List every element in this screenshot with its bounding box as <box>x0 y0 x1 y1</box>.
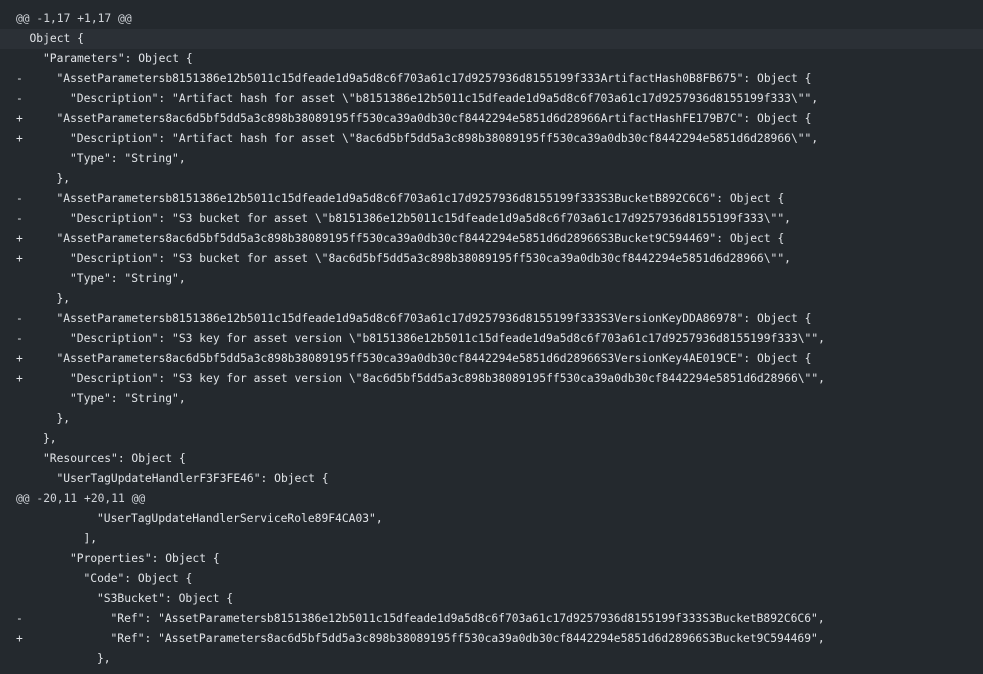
hunk-header: @@ -20,11 +20,11 @@ <box>0 489 983 509</box>
added-marker: + <box>16 632 23 645</box>
added-marker: + <box>16 252 23 265</box>
added-marker: + <box>16 372 23 385</box>
diff-line-context: }, <box>0 409 983 429</box>
line-text: "Type": "String", <box>70 392 186 405</box>
removed-marker: - <box>16 332 23 345</box>
diff-view: @@ -1,17 +1,17 @@ Object { "Parameters": O… <box>0 0 983 674</box>
line-text: }, <box>56 292 71 305</box>
diff-line-removed: - "AssetParametersb8151386e12b5011c15dfea… <box>0 69 983 89</box>
added-marker: + <box>16 352 23 365</box>
diff-line-added: + "Ref": "AssetParameters8ac6d5bf5dd5a3c8… <box>0 629 983 649</box>
line-text: "AssetParameters8ac6d5bf5dd5a3c898b38089… <box>56 112 812 125</box>
line-text: }, <box>97 652 111 665</box>
line-text: "Description": "S3 bucket for asset \"b8… <box>70 212 791 225</box>
removed-marker: - <box>16 92 23 105</box>
diff-line-removed: - "Description": "Artifact hash for asset… <box>0 89 983 109</box>
line-text: "Type": "String", <box>70 272 186 285</box>
diff-line-added: + "Description": "S3 key for asset versio… <box>0 369 983 389</box>
removed-marker: - <box>16 72 23 85</box>
line-text: "Resources": Object { <box>43 452 186 465</box>
diff-line-context: "Parameters": Object { <box>0 49 983 69</box>
line-text: "Properties": Object { <box>70 552 220 565</box>
line-text: "UserTagUpdateHandlerServiceRole89F4CA03… <box>97 512 383 525</box>
diff-line-context: "Type": "String", <box>0 389 983 409</box>
hunk-header: @@ -1,17 +1,17 @@ <box>0 9 983 29</box>
diff-line-context: "Type": "String", <box>0 269 983 289</box>
added-marker: + <box>16 112 23 125</box>
line-text: "AssetParameters8ac6d5bf5dd5a3c898b38089… <box>56 232 785 245</box>
line-text: "UserTagUpdateHandlerF3F3FE46": Object { <box>56 472 329 485</box>
added-marker: + <box>16 232 23 245</box>
line-text: "Description": "Artifact hash for asset … <box>70 92 819 105</box>
diff-line-context: "UserTagUpdateHandlerF3F3FE46": Object { <box>0 469 983 489</box>
removed-marker: - <box>16 612 23 625</box>
line-text: Object { <box>29 32 84 45</box>
line-text: "Ref": "AssetParameters8ac6d5bf5dd5a3c89… <box>110 632 825 645</box>
line-text: "AssetParametersb8151386e12b5011c15dfead… <box>56 312 812 325</box>
diff-line-removed: - "AssetParametersb8151386e12b5011c15dfea… <box>0 309 983 329</box>
diff-line-removed: - "AssetParametersb8151386e12b5011c15dfea… <box>0 189 983 209</box>
line-text: "AssetParameters8ac6d5bf5dd5a3c898b38089… <box>56 352 812 365</box>
line-text: "Ref": "AssetParametersb8151386e12b5011c… <box>110 612 825 625</box>
line-text: "S3Bucket": Object { <box>97 592 234 605</box>
diff-line-context: "Properties": Object { <box>0 549 983 569</box>
diff-line-context: }, <box>0 289 983 309</box>
diff-line-removed: - "Description": "S3 bucket for asset \"b… <box>0 209 983 229</box>
diff-line-context: "UserTagUpdateHandlerServiceRole89F4CA03… <box>0 509 983 529</box>
line-text: ], <box>83 532 98 545</box>
hunk-header-text: @@ -1,17 +1,17 @@ <box>16 12 132 25</box>
diff-line-added: + "AssetParameters8ac6d5bf5dd5a3c898b3808… <box>0 349 983 369</box>
line-text: "AssetParametersb8151386e12b5011c15dfead… <box>56 72 812 85</box>
diff-line-context: "S3Bucket": Object { <box>0 589 983 609</box>
line-text: }, <box>43 432 57 445</box>
diff-line-context: "Resources": Object { <box>0 449 983 469</box>
line-text: "Description": "S3 bucket for asset \"8a… <box>70 252 791 265</box>
diff-line-added: + "Description": "S3 bucket for asset \"8… <box>0 249 983 269</box>
removed-marker: - <box>16 192 23 205</box>
diff-line-context: }, <box>0 429 983 449</box>
diff-line-added: + "Description": "Artifact hash for asset… <box>0 129 983 149</box>
line-text: }, <box>56 412 71 425</box>
diff-line-removed: - "Description": "S3 key for asset versio… <box>0 329 983 349</box>
line-text: "Parameters": Object { <box>43 52 193 65</box>
removed-marker: - <box>16 212 23 225</box>
line-text: "Description": "Artifact hash for asset … <box>70 132 819 145</box>
diff-line-removed: - "Ref": "AssetParametersb8151386e12b5011… <box>0 609 983 629</box>
diff-line-context: }, <box>0 649 983 669</box>
diff-line-context: }, <box>0 169 983 189</box>
line-text: "Type": "String", <box>70 152 186 165</box>
diff-line-context: ], <box>0 529 983 549</box>
hunk-header-text: @@ -20,11 +20,11 @@ <box>16 492 146 505</box>
line-text: "AssetParametersb8151386e12b5011c15dfead… <box>56 192 785 205</box>
line-text: }, <box>56 172 71 185</box>
diff-line-added: + "AssetParameters8ac6d5bf5dd5a3c898b3808… <box>0 229 983 249</box>
line-text: "Code": Object { <box>83 572 193 585</box>
diff-line-context: "Code": Object { <box>0 569 983 589</box>
diff-line-context: Object { <box>0 29 983 49</box>
diff-line-context: "Type": "String", <box>0 149 983 169</box>
removed-marker: - <box>16 312 23 325</box>
line-text: "Description": "S3 key for asset version… <box>70 332 825 345</box>
line-text: "Description": "S3 key for asset version… <box>70 372 825 385</box>
diff-line-added: + "AssetParameters8ac6d5bf5dd5a3c898b3808… <box>0 109 983 129</box>
added-marker: + <box>16 132 23 145</box>
